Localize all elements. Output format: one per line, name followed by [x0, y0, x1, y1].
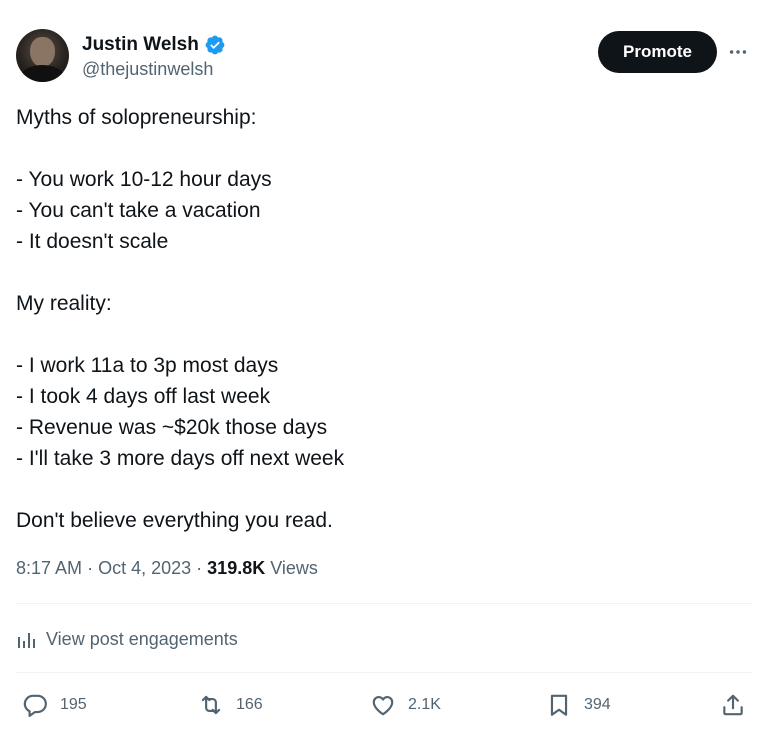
bookmark-icon: [550, 694, 568, 716]
share-button[interactable]: [720, 688, 758, 722]
repost-icon: [201, 695, 221, 715]
body-line: My reality:: [16, 292, 112, 315]
divider: [16, 672, 752, 673]
body-line: - Revenue was ~$20k those days: [16, 416, 328, 439]
body-line: [16, 474, 746, 505]
avatar-shoulders: [20, 65, 65, 82]
body-line: [16, 257, 746, 288]
heart-icon: [372, 696, 394, 716]
tweet-body: Myths of solopreneurship: - You work 10-…: [16, 102, 746, 536]
more-dots-icon[interactable]: [724, 38, 752, 66]
reply-count: 195: [60, 696, 87, 713]
body-line: - You work 10-12 hour days: [16, 168, 272, 191]
promote-button[interactable]: Promote: [598, 31, 717, 73]
action-bar: 195 166 2.1K 394: [0, 688, 768, 722]
repost-count: 166: [236, 696, 263, 713]
reply-icon: [23, 694, 47, 717]
bookmark-count: 394: [584, 696, 611, 713]
bookmark-button[interactable]: 394: [546, 688, 611, 722]
post-time[interactable]: 8:17 AM: [16, 558, 82, 578]
tweet-meta: 8:17 AM · Oct 4, 2023 · 319.8K Views: [16, 558, 318, 579]
view-engagements-label: View post engagements: [46, 628, 238, 649]
body-line: [16, 319, 746, 350]
views-count: 319.8K: [207, 558, 266, 578]
like-button[interactable]: 2.1K: [370, 688, 441, 722]
body-line: Don't believe everything you read.: [16, 509, 333, 532]
body-line: [16, 133, 746, 164]
verified-badge-icon[interactable]: [204, 34, 226, 56]
avatar-face: [30, 37, 55, 67]
author-name[interactable]: Justin Welsh: [82, 34, 199, 56]
body-line: - I'll take 3 more days off next week: [16, 447, 345, 470]
meta-separator: ·: [196, 558, 203, 578]
body-line: - It doesn't scale: [16, 230, 169, 253]
views-label: Views: [270, 558, 318, 578]
tweet-card: Justin Welsh @thejustinwelsh Promote Myt…: [0, 0, 768, 738]
author-name-row: Justin Welsh: [82, 32, 226, 58]
like-count: 2.1K: [408, 696, 441, 713]
view-engagements-link[interactable]: View post engagements: [16, 625, 238, 653]
reply-button[interactable]: 195: [22, 688, 87, 722]
avatar[interactable]: [16, 29, 69, 82]
body-line: - You can't take a vacation: [16, 199, 261, 222]
body-line: - I work 11a to 3p most days: [16, 354, 279, 377]
divider: [16, 603, 752, 604]
bar-chart-icon: [16, 628, 38, 650]
meta-separator: ·: [87, 558, 94, 578]
body-line: Myths of solopreneurship:: [16, 106, 257, 129]
post-date[interactable]: Oct 4, 2023: [98, 558, 191, 578]
tweet-header: Justin Welsh @thejustinwelsh Promote: [16, 28, 752, 84]
author-handle[interactable]: @thejustinwelsh: [82, 59, 213, 80]
share-icon: [723, 694, 743, 716]
repost-button[interactable]: 166: [198, 688, 263, 722]
body-line: - I took 4 days off last week: [16, 385, 271, 408]
